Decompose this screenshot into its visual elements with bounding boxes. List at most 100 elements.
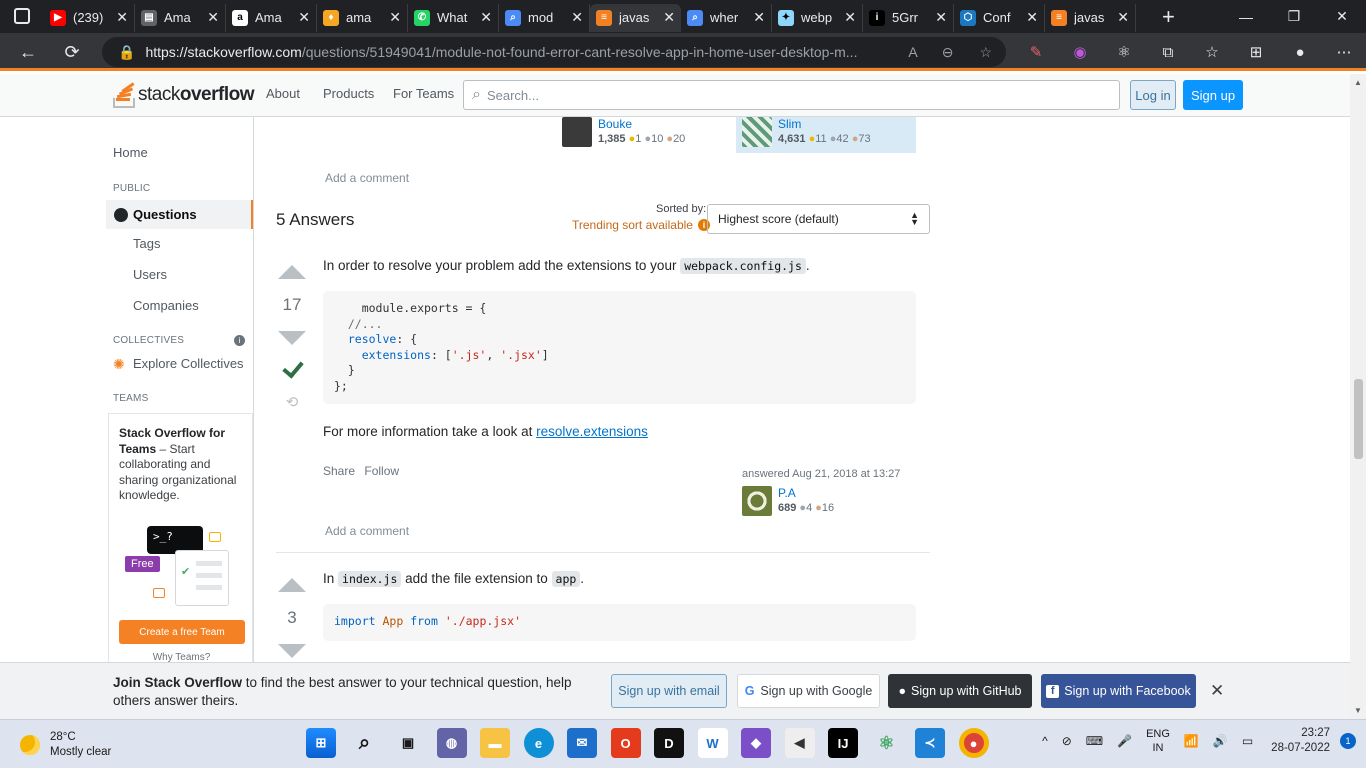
sort-select[interactable]: Highest score (default) ▲ ▼: [707, 204, 930, 234]
app-icon[interactable]: ◀: [784, 728, 815, 758]
collectives-info-icon[interactable]: i: [234, 335, 245, 346]
intellij-icon[interactable]: IJ: [828, 728, 858, 758]
search-icon[interactable]: ⌕: [350, 728, 380, 758]
favorite-star-icon[interactable]: ☆: [979, 44, 992, 61]
volume-icon[interactable]: 🔊: [1213, 734, 1228, 748]
wifi-icon[interactable]: 📶: [1184, 734, 1199, 748]
profile-avatar[interactable]: ●: [1278, 44, 1322, 61]
nav-for-teams[interactable]: For Teams: [393, 86, 454, 101]
new-tab-button[interactable]: +: [1162, 4, 1175, 30]
microphone-icon[interactable]: 🎤: [1117, 734, 1132, 748]
collections-icon[interactable]: ⊞: [1234, 43, 1278, 61]
user-name[interactable]: P.A: [778, 486, 834, 500]
avatar[interactable]: [742, 486, 772, 516]
browser-tab[interactable]: ♦ ama ✕: [317, 3, 408, 32]
nav-products[interactable]: Products: [323, 86, 374, 101]
browser-tab[interactable]: i 5Grr ✕: [863, 3, 954, 32]
history-icon[interactable]: ⟲: [286, 393, 299, 411]
close-tab-icon[interactable]: ✕: [1026, 9, 1038, 26]
teams-chat-icon[interactable]: ◍: [436, 728, 467, 758]
close-tab-icon[interactable]: ✕: [298, 9, 310, 26]
pen-extension-icon[interactable]: ✎: [1014, 43, 1058, 61]
stackoverflow-logo[interactable]: stackoverflow: [112, 80, 254, 110]
app-icon[interactable]: W: [697, 728, 728, 758]
edge-browser-icon[interactable]: e: [523, 728, 554, 758]
browser-tab[interactable]: ≡ javas ✕: [1045, 3, 1136, 32]
close-tab-icon[interactable]: ✕: [935, 9, 947, 26]
extensions-icon[interactable]: ⧉: [1146, 44, 1190, 61]
browser-tab[interactable]: ⌕ mod ✕: [499, 3, 590, 32]
favorites-icon[interactable]: ☆: [1190, 43, 1234, 61]
file-explorer-icon[interactable]: ▬: [480, 728, 510, 758]
page-scrollbar[interactable]: ▲ ▼: [1350, 74, 1366, 719]
signup-google-button[interactable]: G Sign up with Google: [737, 674, 880, 708]
sidebar-item-explore-collectives[interactable]: Explore Collectives: [133, 356, 244, 371]
create-free-team-button[interactable]: Create a free Team: [119, 620, 245, 644]
sidebar-item-companies[interactable]: Companies: [133, 298, 199, 313]
read-aloud-icon[interactable]: A: [908, 44, 917, 60]
visual-studio-icon[interactable]: ◆: [741, 728, 771, 758]
user-name[interactable]: Slim: [778, 117, 871, 131]
atom-icon[interactable]: ⚛: [872, 728, 902, 758]
chevron-up-icon[interactable]: ^: [1042, 734, 1048, 748]
add-comment-link[interactable]: Add a comment: [325, 524, 409, 538]
refresh-button[interactable]: ⟳: [54, 37, 90, 67]
language-indicator[interactable]: ENG IN: [1146, 727, 1170, 755]
close-window-button[interactable]: ✕: [1318, 0, 1366, 33]
close-tab-icon[interactable]: ✕: [116, 9, 128, 26]
close-icon[interactable]: ✕: [1210, 681, 1224, 701]
signup-github-button[interactable]: ● Sign up with GitHub: [888, 674, 1032, 708]
zoom-icon[interactable]: ⊖: [942, 44, 954, 61]
close-tab-icon[interactable]: ✕: [844, 9, 856, 26]
close-tab-icon[interactable]: ✕: [571, 9, 583, 26]
browser-tab[interactable]: a Ama ✕: [226, 3, 317, 32]
close-tab-icon[interactable]: ✕: [753, 9, 765, 26]
share-link[interactable]: Share: [323, 464, 355, 478]
browser-tab[interactable]: ≡ javas ✕: [590, 3, 681, 32]
scroll-thumb[interactable]: [1354, 379, 1363, 459]
why-teams-link[interactable]: Why Teams?: [109, 652, 253, 662]
start-icon[interactable]: ⊞: [306, 728, 336, 758]
minimize-button[interactable]: —: [1222, 0, 1270, 33]
downvote-icon[interactable]: [278, 644, 306, 658]
mail-icon[interactable]: ✉: [567, 728, 597, 758]
sidebar-item-home[interactable]: Home: [113, 145, 148, 160]
vscode-icon[interactable]: ≺: [915, 728, 945, 758]
clock[interactable]: 23:27 28-07-2022: [1271, 726, 1330, 756]
close-tab-icon[interactable]: ✕: [480, 9, 492, 26]
nav-about[interactable]: About: [266, 86, 300, 101]
signup-facebook-button[interactable]: f Sign up with Facebook: [1041, 674, 1196, 708]
follow-link[interactable]: Follow: [364, 464, 399, 478]
battery-icon[interactable]: ▭: [1242, 734, 1253, 748]
address-bar[interactable]: 🔒 https://stackoverflow.com/questions/51…: [102, 37, 1006, 67]
search-input[interactable]: ⌕ Search...: [463, 80, 1120, 110]
tab-actions-icon[interactable]: [14, 8, 30, 24]
chrome-icon[interactable]: ●: [958, 728, 989, 758]
network-error-icon[interactable]: ⊘: [1062, 734, 1072, 748]
close-tab-icon[interactable]: ✕: [1117, 9, 1129, 26]
sidebar-item-tags[interactable]: Tags: [133, 236, 160, 251]
resolve-extensions-link[interactable]: resolve.extensions: [536, 424, 648, 439]
browser-tab[interactable]: ▶ (239) ✕: [44, 3, 135, 32]
browser-tab[interactable]: ✦ webp ✕: [772, 3, 863, 32]
more-menu-icon[interactable]: ⋯: [1322, 43, 1366, 61]
keyboard-icon[interactable]: ⌨: [1086, 734, 1103, 748]
signup-button[interactable]: Sign up: [1183, 80, 1243, 110]
close-tab-icon[interactable]: ✕: [207, 9, 219, 26]
sidebar-item-questions[interactable]: Questions: [106, 200, 253, 229]
close-tab-icon[interactable]: ✕: [389, 9, 401, 26]
react-devtools-icon[interactable]: ⚛: [1102, 43, 1146, 61]
scroll-down-icon[interactable]: ▼: [1354, 706, 1362, 715]
sidebar-item-users[interactable]: Users: [133, 267, 167, 282]
login-button[interactable]: Log in: [1130, 80, 1176, 110]
browser-tab[interactable]: ⌕ wher ✕: [681, 3, 772, 32]
downvote-icon[interactable]: [278, 331, 306, 345]
user-name[interactable]: Bouke: [598, 117, 685, 131]
signup-email-button[interactable]: Sign up with email: [611, 674, 727, 708]
browser-tab[interactable]: ▤ Ama ✕: [135, 3, 226, 32]
devhome-icon[interactable]: D: [654, 728, 684, 758]
restore-button[interactable]: ❐: [1270, 0, 1318, 33]
avatar[interactable]: [562, 117, 592, 147]
purple-extension-icon[interactable]: ◉: [1058, 43, 1102, 61]
close-tab-icon[interactable]: ✕: [663, 9, 675, 26]
